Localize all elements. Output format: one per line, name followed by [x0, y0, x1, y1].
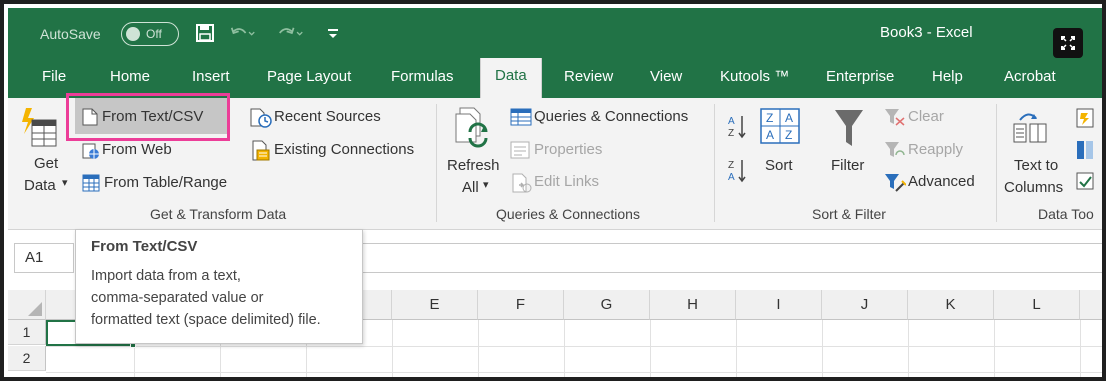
column-header-l[interactable]: L [994, 290, 1080, 320]
column-header-k[interactable]: K [908, 290, 994, 320]
redo-icon[interactable] [278, 20, 304, 46]
tooltip-line: Import data from a text, [91, 268, 241, 284]
clear-button[interactable]: Clear [908, 108, 944, 125]
sort-a-z-icon[interactable]: AZ [728, 114, 748, 145]
reapply-icon [884, 141, 906, 164]
autosave-label: AutoSave [40, 26, 101, 42]
reapply-button[interactable]: Reapply [908, 141, 963, 158]
group-separator [714, 104, 715, 222]
edit-links-icon [512, 173, 532, 198]
column-header-h[interactable]: H [650, 290, 736, 320]
tab-review[interactable]: Review [558, 60, 619, 98]
select-all-corner[interactable] [8, 290, 46, 320]
web-icon [82, 142, 100, 165]
column-header-j[interactable]: J [822, 290, 908, 320]
remove-duplicates-icon[interactable] [1076, 140, 1094, 165]
from-web-button[interactable]: From Web [102, 141, 172, 158]
from-text-csv-highlight [66, 93, 230, 141]
column-header-e[interactable]: E [392, 290, 478, 320]
tooltip-line: formatted text (space delimited) file. [91, 312, 321, 328]
tooltip-from-text-csv: From Text/CSV Import data from a text, c… [75, 229, 363, 344]
tab-kutools[interactable]: Kutools ™ [714, 60, 795, 98]
undo-icon[interactable] [230, 20, 256, 46]
from-table-range-button[interactable]: From Table/Range [104, 174, 227, 191]
clear-filter-icon [884, 108, 906, 131]
table-icon [82, 174, 100, 197]
group-label-data-tools: Data Too [1038, 206, 1094, 222]
svg-text:A: A [785, 111, 793, 125]
text-to-columns-button[interactable]: Text to [1014, 157, 1058, 174]
customize-qat-icon[interactable] [320, 20, 346, 46]
autosave-toggle[interactable]: Off [121, 22, 179, 46]
save-icon[interactable] [192, 20, 218, 46]
refresh-all-button-label2[interactable]: All [462, 179, 479, 196]
get-data-icon[interactable] [22, 108, 60, 157]
tab-acrobat[interactable]: Acrobat [998, 60, 1062, 98]
group-label-sort-filter: Sort & Filter [812, 206, 886, 222]
svg-text:A: A [728, 172, 735, 183]
filter-icon[interactable] [834, 108, 864, 157]
group-separator [436, 104, 437, 222]
chevron-down-icon: ▾ [483, 179, 489, 191]
excel-window: AutoSave Off Book3 - Excel File Home Ins… [0, 0, 1106, 381]
svg-text:Z: Z [785, 128, 792, 142]
gridline [46, 372, 1102, 373]
text-to-columns-button-label2[interactable]: Columns [1004, 179, 1063, 196]
column-header-f[interactable]: F [478, 290, 564, 320]
column-header-g[interactable]: G [564, 290, 650, 320]
sort-z-a-icon[interactable]: ZA [728, 158, 748, 189]
tooltip-title: From Text/CSV [91, 238, 198, 255]
tab-enterprise[interactable]: Enterprise [820, 60, 900, 98]
advanced-button[interactable]: Advanced [908, 173, 975, 190]
filter-button[interactable]: Filter [831, 157, 864, 174]
tab-help[interactable]: Help [926, 60, 969, 98]
queries-connections-button[interactable]: Queries & Connections [534, 108, 688, 125]
edit-links-button[interactable]: Edit Links [534, 173, 599, 190]
group-separator [996, 104, 997, 222]
existing-connections-button[interactable]: Existing Connections [274, 141, 414, 158]
row-header-1[interactable]: 1 [8, 320, 46, 345]
svg-text:A: A [728, 116, 735, 127]
svg-text:A: A [766, 128, 774, 142]
toggle-knob [126, 27, 140, 41]
row-header-2[interactable]: 2 [8, 346, 46, 371]
data-validation-icon[interactable] [1076, 172, 1094, 197]
tab-data[interactable]: Data [480, 58, 542, 98]
autosave-state: Off [146, 27, 162, 41]
tab-formulas[interactable]: Formulas [385, 60, 460, 98]
recent-sources-icon [250, 108, 272, 133]
flash-fill-icon[interactable] [1076, 108, 1094, 133]
title-bar: AutoSave Off Book3 - Excel [8, 8, 1102, 60]
tab-view[interactable]: View [644, 60, 688, 98]
refresh-all-button[interactable]: Refresh [447, 157, 500, 174]
advanced-filter-icon [884, 173, 907, 198]
group-label-get-transform: Get & Transform Data [150, 206, 287, 222]
sort-icon[interactable]: ZAAZ [760, 108, 800, 149]
text-to-columns-icon[interactable] [1012, 110, 1048, 149]
properties-button[interactable]: Properties [534, 141, 602, 158]
name-box[interactable]: A1 [14, 243, 74, 273]
recent-sources-button[interactable]: Recent Sources [274, 108, 381, 125]
queries-connections-icon [510, 108, 532, 131]
chevron-down-icon: ▾ [62, 177, 68, 189]
get-data-button[interactable]: Get [34, 155, 58, 172]
svg-text:Z: Z [728, 160, 734, 171]
sort-button[interactable]: Sort [765, 157, 793, 174]
column-header-i[interactable]: I [736, 290, 822, 320]
svg-text:Z: Z [728, 128, 734, 139]
formula-bar[interactable] [358, 243, 1102, 273]
existing-connections-icon [252, 140, 272, 167]
tab-page-layout[interactable]: Page Layout [261, 60, 357, 98]
tooltip-line: comma-separated value or [91, 290, 264, 306]
fullscreen-icon[interactable] [1053, 28, 1083, 58]
group-label-queries: Queries & Connections [496, 206, 640, 222]
refresh-all-icon[interactable] [454, 106, 490, 157]
column-header[interactable] [1080, 290, 1102, 320]
gridline [46, 346, 1102, 347]
window-title: Book3 - Excel [880, 24, 973, 41]
svg-text:Z: Z [766, 111, 773, 125]
properties-icon [510, 141, 530, 164]
get-data-button-label2[interactable]: Data [24, 177, 56, 194]
